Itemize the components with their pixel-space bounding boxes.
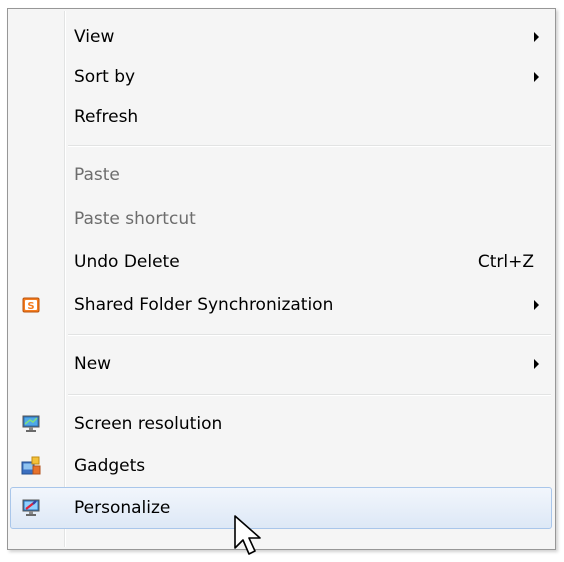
menu-item-gadgets[interactable]: Gadgets: [10, 446, 552, 486]
menu-item-view[interactable]: View: [10, 17, 552, 57]
menu-item-label: View: [74, 27, 115, 47]
menu-item-screen-resolution[interactable]: Screen resolution: [10, 404, 552, 444]
submenu-arrow-icon: [534, 32, 539, 42]
menu-separator: [68, 145, 551, 147]
personalize-icon: [21, 498, 41, 518]
sync-icon-glyph: S: [27, 301, 34, 312]
submenu-arrow-icon: [534, 359, 539, 369]
menu-item-paste-shortcut: Paste shortcut: [10, 199, 552, 239]
desktop-context-menu: View Sort by Refresh Paste Paste shortcu…: [7, 8, 556, 550]
menu-item-shared-folder-synchronization[interactable]: S Shared Folder Synchronization: [10, 285, 552, 325]
menu-item-label: New: [74, 354, 112, 374]
shared-folder-sync-icon: S: [21, 295, 41, 315]
menu-item-label: Screen resolution: [74, 414, 223, 434]
menu-item-paste: Paste: [10, 155, 552, 195]
menu-item-new[interactable]: New: [10, 344, 552, 384]
menu-item-personalize[interactable]: Personalize: [10, 487, 552, 529]
menu-item-refresh[interactable]: Refresh: [10, 97, 552, 137]
gadgets-icon: [21, 456, 41, 476]
menu-item-label: Gadgets: [74, 456, 146, 476]
submenu-arrow-icon: [534, 72, 539, 82]
menu-item-sort-by[interactable]: Sort by: [10, 57, 552, 97]
menu-item-undo-delete[interactable]: Undo Delete Ctrl+Z: [10, 242, 552, 282]
menu-item-label: Personalize: [74, 498, 171, 518]
menu-item-label: Paste shortcut: [74, 209, 196, 229]
menu-item-label: Undo Delete: [74, 252, 180, 272]
menu-item-label: Shared Folder Synchronization: [74, 295, 334, 315]
keyboard-shortcut: Ctrl+Z: [477, 252, 534, 272]
menu-item-label: Sort by: [74, 67, 136, 87]
screen-resolution-icon: [21, 414, 41, 434]
mouse-pointer-icon: [234, 515, 261, 555]
menu-separator: [68, 394, 551, 396]
menu-item-label: Paste: [74, 165, 120, 185]
menu-separator: [68, 334, 551, 336]
menu-item-label: Refresh: [74, 107, 139, 127]
submenu-arrow-icon: [534, 300, 539, 310]
